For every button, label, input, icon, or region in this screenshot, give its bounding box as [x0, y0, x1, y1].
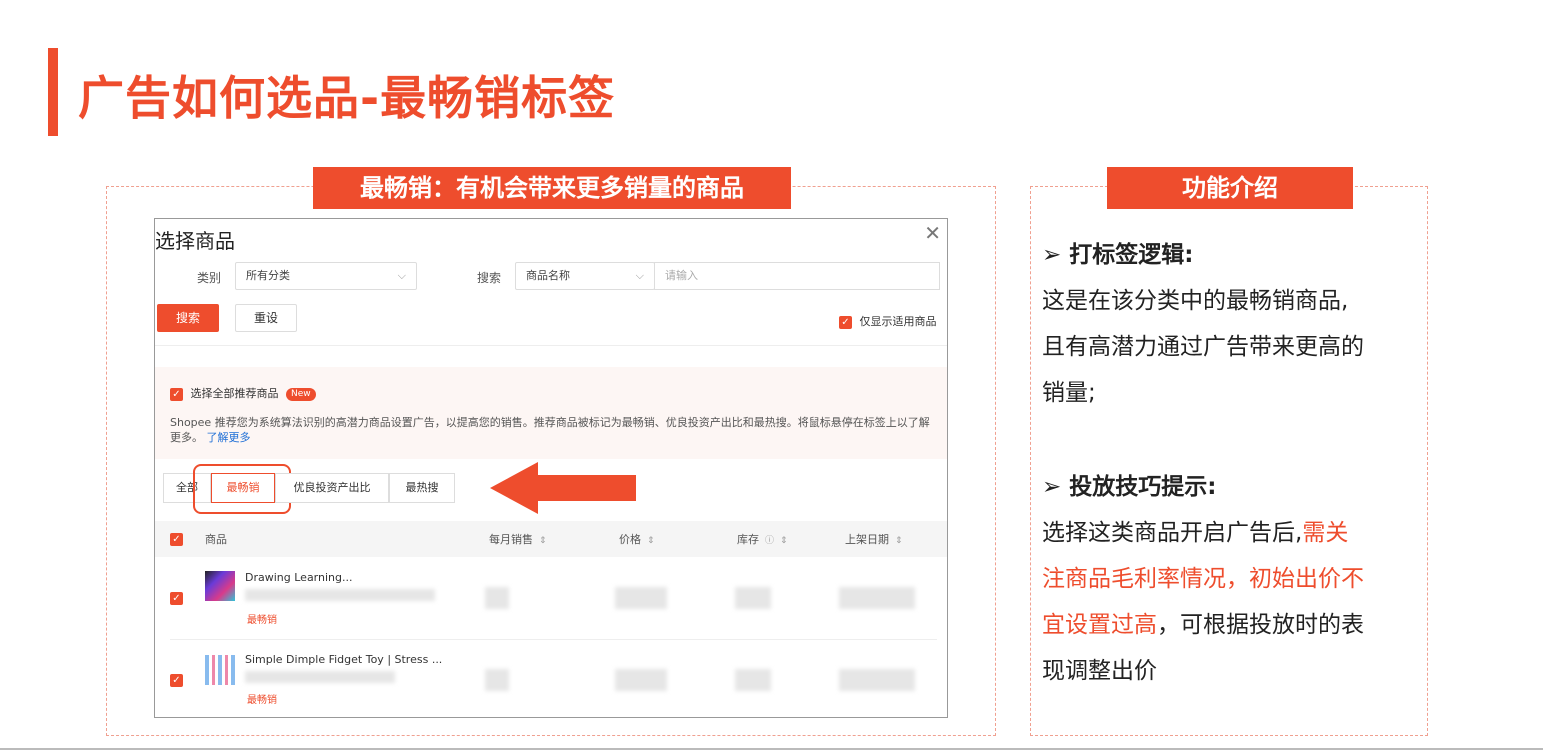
search-button[interactable]: 搜索 — [157, 304, 219, 332]
right-panel-banner: 功能介绍 — [1107, 167, 1353, 209]
modal-title: 选择商品 — [155, 229, 235, 253]
recommendation-description: Shopee 推荐您为系统算法识别的高潜力商品设置广告，以提高您的销售。推荐商品… — [170, 415, 930, 445]
section1-line: 销量; — [1042, 380, 1096, 406]
slide-bottom-border — [0, 748, 1543, 750]
blurred-price — [615, 669, 667, 691]
section1-line: 且有高潜力通过广告带来更高的 — [1042, 334, 1364, 360]
checkbox-checked-icon[interactable]: ✓ — [170, 592, 183, 605]
recommendation-box — [155, 367, 947, 459]
left-panel-banner: 最畅销：有机会带来更多销量的商品 — [313, 167, 791, 209]
column-price-label: 价格 — [619, 533, 641, 546]
select-all-label: 选择全部推荐商品 — [190, 387, 279, 400]
section2-text: 选择这类商品开启广告后, — [1042, 520, 1303, 546]
blurred-sales — [485, 587, 509, 609]
search-input[interactable]: 请输入 — [654, 262, 940, 290]
category-select[interactable]: 所有分类 ⌵ — [235, 262, 417, 290]
blurred-date — [839, 587, 915, 609]
column-monthly-sales-label: 每月销售 — [489, 533, 533, 546]
only-show-applicable[interactable]: ✓ 仅显示适用商品 — [839, 313, 937, 329]
tab-best-seller[interactable]: 最畅销 — [211, 473, 275, 503]
product-name: Drawing Learning... — [245, 571, 353, 584]
product-thumbnail — [205, 571, 235, 601]
column-listing-date-label: 上架日期 — [845, 533, 889, 546]
column-stock-label: 库存 — [737, 533, 759, 546]
best-seller-tag: 最畅销 — [247, 695, 277, 706]
section2-highlight: 需关 — [1302, 520, 1349, 546]
title-accent-bar — [48, 48, 58, 136]
sort-icon: ⇕ — [780, 536, 788, 546]
column-stock[interactable]: 库存 ⓘ ⇕ — [737, 531, 788, 547]
search-label: 搜索 — [477, 271, 502, 285]
blurred-detail — [245, 589, 435, 601]
slide-title: 广告如何选品-最畅销标签 — [78, 71, 616, 125]
blurred-detail — [245, 671, 395, 683]
blurred-sales — [485, 669, 509, 691]
sort-icon: ⇕ — [539, 536, 547, 546]
blurred-stock — [735, 669, 771, 691]
blurred-date — [839, 669, 915, 691]
tab-good-roi[interactable]: 优良投资产出比 — [275, 473, 389, 503]
section2-line: 现调整出价 — [1042, 658, 1157, 684]
section2-highlight: 宜设置过高 — [1042, 612, 1157, 638]
help-icon: ⓘ — [765, 536, 775, 546]
column-product: 商品 — [205, 533, 227, 546]
product-thumbnail — [205, 655, 235, 685]
sort-icon: ⇕ — [647, 536, 655, 546]
search-field-select[interactable]: 商品名称 ⌵ — [515, 262, 655, 290]
blurred-stock — [735, 587, 771, 609]
section2-highlight-line: 注商品毛利率情况，初始出价不 — [1042, 566, 1364, 592]
search-field-value: 商品名称 — [526, 269, 570, 282]
select-all-recommended[interactable]: ✓ 选择全部推荐商品 New — [170, 385, 316, 401]
checkbox-checked-icon[interactable]: ✓ — [170, 387, 183, 401]
section1-heading: ➢ 打标签逻辑: — [1042, 232, 1194, 278]
reset-button[interactable]: 重设 — [235, 304, 297, 332]
section2-title: 投放技巧提示: — [1069, 474, 1217, 500]
checkbox-checked-icon[interactable]: ✓ — [839, 315, 852, 329]
chevron-down-icon: ⌵ — [397, 269, 406, 282]
section2-heading: ➢ 投放技巧提示: — [1042, 464, 1217, 510]
table-header — [155, 521, 947, 557]
blurred-price — [615, 587, 667, 609]
column-price[interactable]: 价格 ⇕ — [619, 531, 655, 547]
arrow-left-icon — [490, 462, 636, 514]
column-listing-date[interactable]: 上架日期 ⇕ — [845, 531, 903, 547]
column-monthly-sales[interactable]: 每月销售 ⇕ — [489, 531, 547, 547]
learn-more-link[interactable]: 了解更多 — [207, 431, 251, 444]
recommendation-text: Shopee 推荐您为系统算法识别的高潜力商品设置广告，以提高您的销售。推荐商品… — [170, 416, 930, 444]
section2-line: 选择这类商品开启广告后,需关 — [1042, 510, 1348, 556]
checkbox-checked-icon[interactable]: ✓ — [170, 674, 183, 687]
section2-text: ，可根据投放时的表 — [1157, 612, 1364, 638]
sort-icon: ⇕ — [895, 536, 903, 546]
category-label: 类别 — [197, 271, 222, 285]
checkbox-checked-icon[interactable]: ✓ — [170, 533, 183, 546]
category-select-value: 所有分类 — [246, 269, 290, 282]
row-divider — [170, 639, 937, 640]
bullet-arrow-icon: ➢ — [1042, 242, 1062, 268]
product-name: Simple Dimple Fidget Toy | Stress ... — [245, 653, 443, 666]
tab-top-search[interactable]: 最热搜 — [389, 473, 455, 503]
divider — [155, 345, 947, 346]
close-icon[interactable]: ✕ — [924, 221, 941, 245]
best-seller-tag: 最畅销 — [247, 615, 277, 626]
only-show-label: 仅显示适用商品 — [859, 315, 937, 328]
bullet-arrow-icon: ➢ — [1042, 474, 1062, 500]
section1-line: 这是在该分类中的最畅销商品, — [1042, 288, 1349, 314]
section2-line: 宜设置过高，可根据投放时的表 — [1042, 602, 1364, 648]
chevron-down-icon: ⌵ — [635, 269, 644, 282]
section1-title: 打标签逻辑: — [1069, 242, 1194, 268]
new-badge: New — [286, 387, 316, 401]
